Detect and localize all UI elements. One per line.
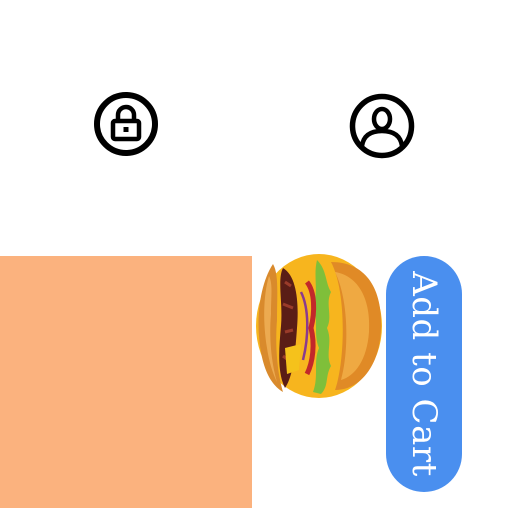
lock-button[interactable] <box>92 90 160 158</box>
add-to-cart-button[interactable]: Add to Cart <box>386 256 462 492</box>
color-swatch[interactable] <box>0 256 252 508</box>
lock-icon <box>94 92 158 156</box>
user-profile-icon <box>349 93 415 159</box>
screen: Add to Cart <box>0 0 512 512</box>
product-image[interactable] <box>255 252 385 402</box>
add-to-cart-label: Add to Cart <box>404 271 445 477</box>
burger-image <box>256 254 382 398</box>
profile-button[interactable] <box>348 92 416 160</box>
